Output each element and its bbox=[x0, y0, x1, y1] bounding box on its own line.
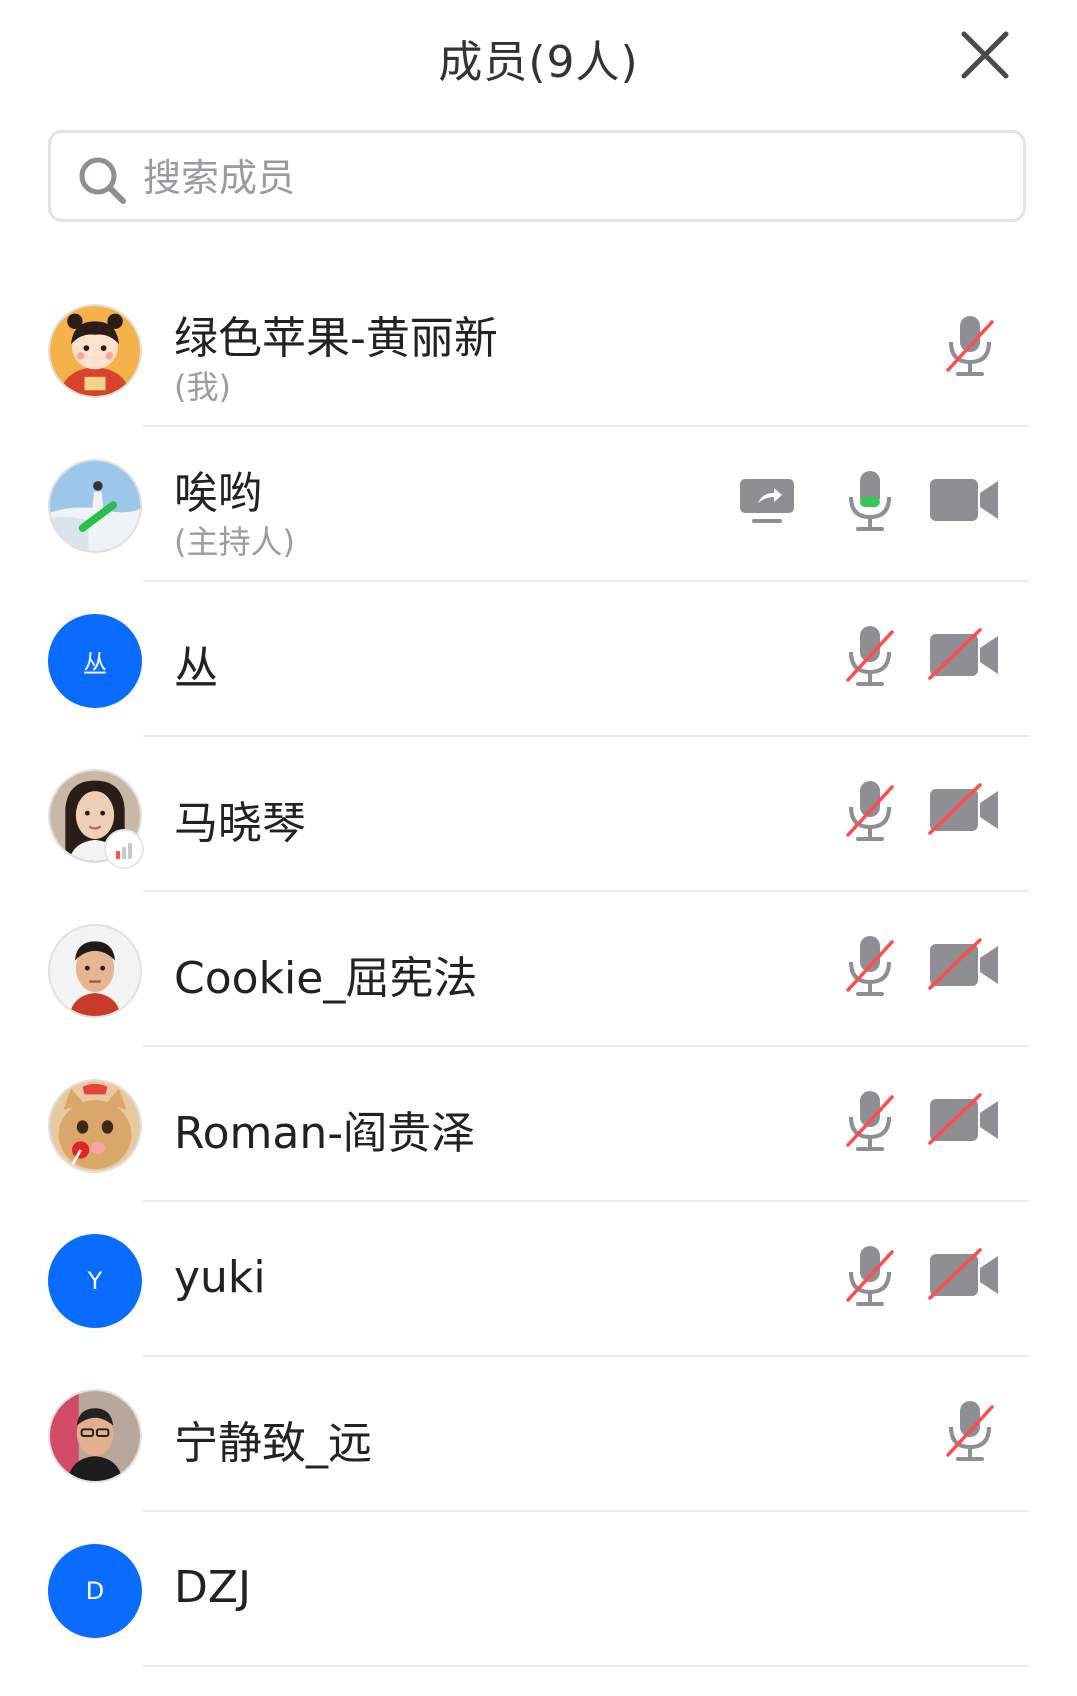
screen-share-icon[interactable] bbox=[738, 477, 796, 527]
member-name: Cookie_屈宪法 bbox=[174, 953, 478, 1004]
avatar bbox=[48, 459, 142, 553]
header: 成员(9人) bbox=[0, 0, 1077, 110]
mic-muted-icon[interactable] bbox=[938, 1397, 1002, 1465]
member-row[interactable]: 绿色苹果-黄丽新 (我) bbox=[0, 272, 1077, 427]
cartoon-girl-avatar-icon bbox=[50, 306, 140, 396]
search-icon bbox=[79, 157, 126, 204]
avatar: 丛 bbox=[48, 614, 142, 708]
search-box[interactable] bbox=[48, 130, 1026, 222]
member-row[interactable]: Y yuki bbox=[0, 1202, 1077, 1357]
search-input[interactable] bbox=[141, 147, 1005, 209]
member-list: 绿色苹果-黄丽新 (我) 唉哟 (主持人) 丛 丛 马晓琴 Cookie_屈宪法… bbox=[0, 272, 1077, 1667]
man-photo-avatar-icon bbox=[50, 1391, 140, 1481]
mic-muted-icon[interactable] bbox=[838, 1087, 902, 1155]
cat-avatar-icon bbox=[50, 1081, 140, 1171]
member-name: 绿色苹果-黄丽新 bbox=[174, 313, 498, 364]
avatar bbox=[48, 924, 142, 1018]
member-role: (主持人) bbox=[174, 523, 295, 561]
mic-muted-icon[interactable] bbox=[938, 312, 1002, 380]
member-row[interactable]: 宁静致_远 bbox=[0, 1357, 1077, 1512]
avatar bbox=[48, 1079, 142, 1173]
member-row[interactable]: 唉哟 (主持人) bbox=[0, 427, 1077, 582]
signal-icon bbox=[106, 831, 142, 867]
member-name: 马晓琴 bbox=[174, 798, 306, 849]
member-name: DZJ bbox=[174, 1562, 251, 1613]
mic-muted-icon[interactable] bbox=[838, 1242, 902, 1310]
divider bbox=[143, 1665, 1029, 1667]
mic-muted-icon[interactable] bbox=[838, 622, 902, 690]
member-row[interactable]: D DZJ bbox=[0, 1512, 1077, 1667]
camera-on-icon[interactable] bbox=[928, 471, 1002, 529]
mic-muted-icon[interactable] bbox=[838, 777, 902, 845]
close-button[interactable] bbox=[958, 28, 1012, 82]
camera-off-icon[interactable] bbox=[928, 1246, 1002, 1304]
member-row[interactable]: 丛 丛 bbox=[0, 582, 1077, 737]
member-row[interactable]: Cookie_屈宪法 bbox=[0, 892, 1077, 1047]
snowboarder-avatar-icon bbox=[50, 461, 140, 551]
member-row[interactable]: Roman-阎贵泽 bbox=[0, 1047, 1077, 1202]
camera-off-icon[interactable] bbox=[928, 626, 1002, 684]
page-title: 成员(9人) bbox=[438, 37, 639, 88]
avatar bbox=[48, 304, 142, 398]
member-name: 丛 bbox=[174, 643, 218, 694]
member-row[interactable]: 马晓琴 bbox=[0, 737, 1077, 892]
mic-active-icon[interactable] bbox=[838, 467, 902, 535]
man-portrait-avatar-icon bbox=[50, 926, 140, 1016]
camera-off-icon[interactable] bbox=[928, 1091, 1002, 1149]
camera-off-icon[interactable] bbox=[928, 936, 1002, 994]
close-icon bbox=[961, 31, 1009, 79]
avatar bbox=[48, 1389, 142, 1483]
avatar: D bbox=[48, 1544, 142, 1638]
member-name: 唉哟 bbox=[174, 468, 262, 519]
camera-off-icon[interactable] bbox=[928, 781, 1002, 839]
member-name: yuki bbox=[174, 1252, 266, 1303]
member-name: Roman-阎贵泽 bbox=[174, 1108, 476, 1159]
avatar: Y bbox=[48, 1234, 142, 1328]
member-name: 宁静致_远 bbox=[174, 1418, 372, 1469]
mic-muted-icon[interactable] bbox=[838, 932, 902, 1000]
member-role: (我) bbox=[174, 368, 231, 406]
